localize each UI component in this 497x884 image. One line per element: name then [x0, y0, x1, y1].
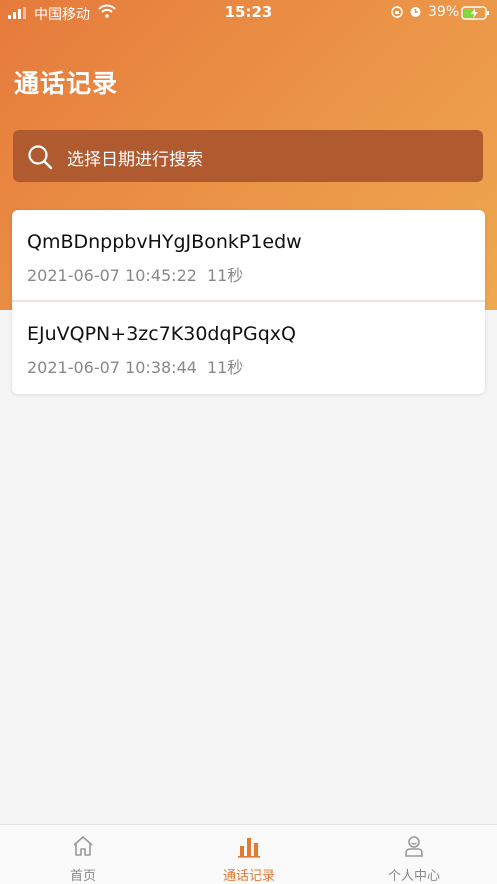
battery-charging-icon: [461, 6, 489, 20]
tab-profile-label: 个人中心: [387, 869, 440, 884]
tab-home-label: 首页: [69, 869, 96, 884]
search-icon: [28, 145, 53, 170]
record-meta: 2021-06-07 10:45:22 11秒: [27, 262, 253, 286]
alarm-icon: [410, 7, 421, 17]
record-name: QmBDnppbvHYgJBonkP1edw: [27, 231, 302, 253]
record-name: EJuVQPN+3zc7K30dqPGqxQ: [27, 323, 296, 345]
call-records-card: QmBDnppbvHYgJBonkP1edw 2021-06-07 10:45:…: [12, 210, 485, 394]
record-duration: 11秒: [206, 358, 244, 377]
bar-chart-icon: [238, 838, 260, 858]
call-record-item[interactable]: EJuVQPN+3zc7K30dqPGqxQ 2021-06-07 10:38:…: [12, 302, 485, 394]
search-placeholder: 选择日期进行搜索: [67, 150, 203, 170]
tab-call-records-label: 通话记录: [222, 869, 275, 884]
date-search-field[interactable]: 选择日期进行搜索: [13, 130, 483, 182]
page-title: 通话记录: [14, 69, 119, 98]
record-datetime: 2021-06-07 10:45:22: [27, 266, 197, 285]
record-meta: 2021-06-07 10:38:44 11秒: [27, 354, 253, 378]
orientation-lock-icon: [391, 6, 403, 18]
bottom-tab-bar: 首页 通话记录 个人中心: [0, 824, 497, 884]
record-duration: 11秒: [206, 266, 244, 285]
status-time: 15:23: [224, 3, 273, 21]
home-icon: [73, 836, 93, 856]
tab-profile[interactable]: 个人中心: [331, 825, 497, 884]
call-record-item[interactable]: QmBDnppbvHYgJBonkP1edw 2021-06-07 10:45:…: [12, 210, 485, 302]
tab-call-records[interactable]: 通话记录: [166, 825, 332, 884]
battery-percent: 39%: [428, 4, 460, 20]
status-bar: 中国移动 15:23 39%: [0, 0, 497, 26]
tab-home[interactable]: 首页: [0, 825, 166, 884]
user-icon: [405, 836, 423, 857]
record-datetime: 2021-06-07 10:38:44: [27, 358, 197, 377]
